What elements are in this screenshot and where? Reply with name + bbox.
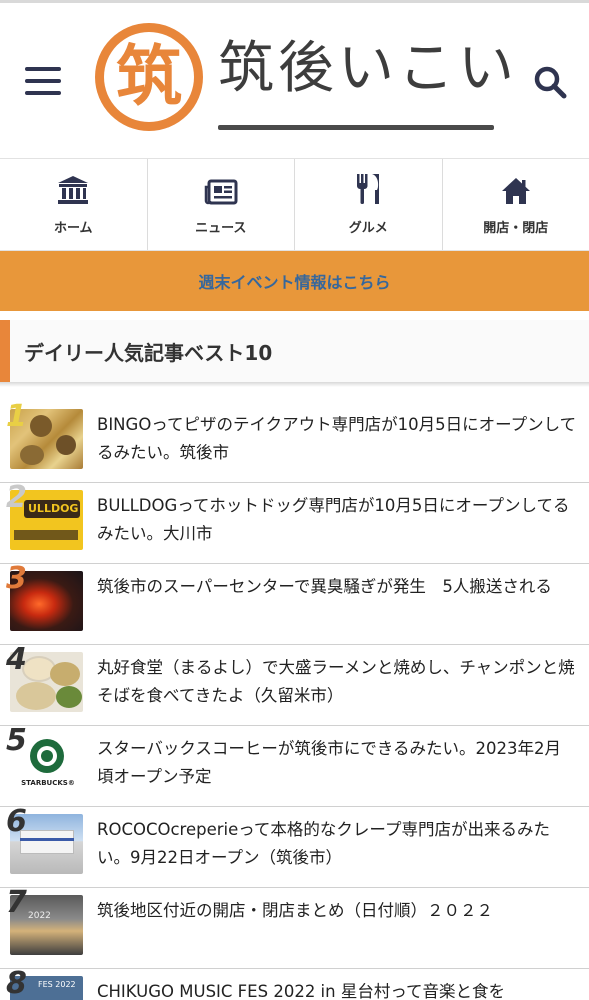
search-icon[interactable] bbox=[533, 65, 567, 99]
rank-number: 7 bbox=[6, 885, 27, 920]
site-logo-text[interactable]: 筑後いこい bbox=[218, 41, 518, 97]
rank-number: 2 bbox=[6, 480, 27, 515]
list-item[interactable]: FES 2022 8 CHIKUGO MUSIC FES 2022 in 星台村… bbox=[0, 969, 589, 1000]
rank-number: 4 bbox=[6, 642, 27, 677]
weekend-events-banner[interactable]: 週末イベント情報はこちら bbox=[0, 251, 589, 311]
article-title[interactable]: スターバックスコーヒーが筑後市にできるみたい。2023年2月頃オープン予定 bbox=[97, 735, 577, 791]
nav-label-gourmet: グルメ bbox=[348, 221, 388, 236]
article-title[interactable]: BULLDOGってホットドッグ専門店が10月5日にオープンしてるみたい。大川市 bbox=[97, 492, 577, 548]
nav-item-home[interactable]: ホーム bbox=[0, 159, 148, 250]
logo-kanji: 筑 bbox=[116, 38, 182, 115]
rank-number: 6 bbox=[6, 804, 27, 839]
article-title[interactable]: BINGOってピザのテイクアウト専門店が10月5日にオープンしてるみたい。筑後市 bbox=[97, 411, 577, 467]
article-title[interactable]: 筑後地区付近の開店・閉店まとめ（日付順）２０２２ bbox=[97, 897, 577, 925]
list-item[interactable]: 6 ROCOCOcreperieって本格的なクレープ専門店が出来るみたい。9月2… bbox=[0, 807, 589, 888]
list-item[interactable]: 3 筑後市のスーパーセンターで異臭騒ぎが発生 5人搬送される bbox=[0, 564, 589, 645]
nav-item-open-close[interactable]: 開店・閉店 bbox=[443, 159, 589, 250]
weekend-events-label: 週末イベント情報はこちら bbox=[198, 273, 391, 292]
list-item[interactable]: 1 BINGOってピザのテイクアウト専門店が10月5日にオープンしてるみたい。筑… bbox=[0, 402, 589, 483]
rank-number: 1 bbox=[6, 399, 27, 434]
home-icon bbox=[501, 178, 530, 204]
bank-icon bbox=[58, 176, 89, 204]
nav-label-home: ホーム bbox=[53, 221, 93, 236]
list-item[interactable]: 2022 7 筑後地区付近の開店・閉店まとめ（日付順）２０２２ bbox=[0, 888, 589, 969]
thumbnail-year-text: 2022 bbox=[28, 911, 51, 921]
ranking-list: 1 BINGOってピザのテイクアウト専門店が10月5日にオープンしてるみたい。筑… bbox=[0, 402, 589, 1000]
site-logo-mark[interactable]: 筑 bbox=[95, 23, 203, 131]
nav-label-open-close: 開店・閉店 bbox=[483, 221, 549, 236]
newspaper-icon bbox=[204, 179, 238, 205]
fork-knife-icon bbox=[357, 174, 380, 204]
nav-label-news: ニュース bbox=[195, 221, 247, 236]
nav-item-gourmet[interactable]: グルメ bbox=[295, 159, 443, 250]
article-title[interactable]: ROCOCOcreperieって本格的なクレープ専門店が出来るみたい。9月22日… bbox=[97, 816, 577, 872]
rank-number: 5 bbox=[6, 723, 27, 758]
section-title: デイリー人気記事ベスト10 bbox=[0, 320, 589, 382]
thumbnail-fes-text: FES 2022 bbox=[38, 980, 76, 989]
nav-item-news[interactable]: ニュース bbox=[148, 159, 295, 250]
article-title[interactable]: 筑後市のスーパーセンターで異臭騒ぎが発生 5人搬送される bbox=[97, 573, 577, 601]
section-divider bbox=[0, 382, 589, 387]
list-item[interactable]: STARBUCKS® 5 スターバックスコーヒーが筑後市にできるみたい。2023… bbox=[0, 726, 589, 807]
article-title[interactable]: CHIKUGO MUSIC FES 2022 in 星台村って音楽と食を bbox=[97, 978, 577, 1000]
section-title-text: デイリー人気記事ベスト10 bbox=[24, 340, 273, 365]
starbucks-wordmark: STARBUCKS® bbox=[21, 779, 75, 787]
rank-number: 3 bbox=[6, 561, 27, 596]
rank-number: 8 bbox=[6, 966, 27, 1000]
hamburger-menu-icon[interactable] bbox=[25, 65, 61, 97]
main-nav: ホーム ニュース グルメ 開店・閉店 bbox=[0, 158, 589, 251]
logo-underline bbox=[218, 125, 494, 130]
site-header: 筑 筑後いこい bbox=[0, 3, 589, 158]
article-title[interactable]: 丸好食堂（まるよし）で大盛ラーメンと焼めし、チャンポンと焼そばを食べてきたよ（久… bbox=[97, 654, 577, 710]
list-item[interactable]: ULLDOG 2 BULLDOGってホットドッグ専門店が10月5日にオープンして… bbox=[0, 483, 589, 564]
list-item[interactable]: 4 丸好食堂（まるよし）で大盛ラーメンと焼めし、チャンポンと焼そばを食べてきたよ… bbox=[0, 645, 589, 726]
